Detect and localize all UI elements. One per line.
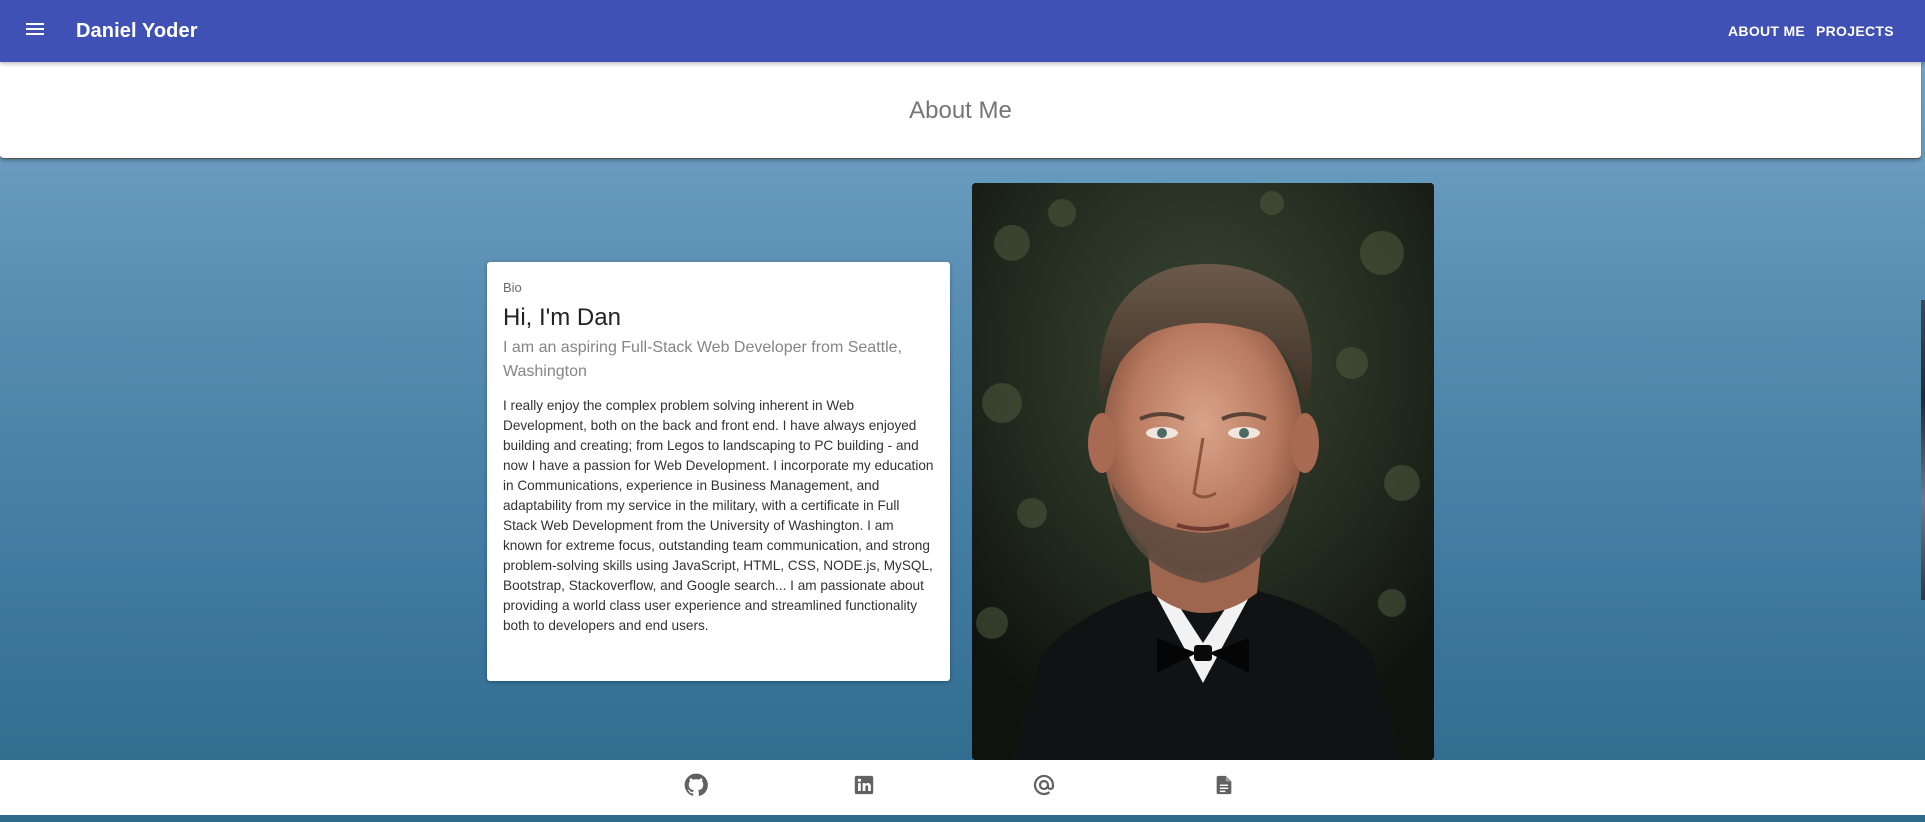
resume-link[interactable] [1209, 772, 1239, 802]
app-bar: Daniel Yoder ABOUT ME PROJECTS [0, 0, 1925, 62]
bio-card: Bio Hi, I'm Dan I am an aspiring Full-St… [487, 262, 950, 681]
top-nav: ABOUT ME PROJECTS [0, 0, 1925, 62]
page-title: About Me [909, 97, 1012, 124]
email-link[interactable] [1029, 772, 1059, 802]
at-sign-icon [1032, 773, 1056, 802]
menu-button[interactable] [5, 0, 65, 62]
nav-about-me[interactable]: ABOUT ME [1728, 0, 1805, 62]
bottom-band [0, 815, 1925, 822]
bio-overline: Bio [503, 280, 522, 295]
nav-projects[interactable]: PROJECTS [1816, 0, 1894, 62]
edge-sliver [1921, 300, 1925, 600]
bio-heading: Hi, I'm Dan [503, 304, 621, 331]
page-header: About Me [0, 62, 1921, 159]
bio-subtitle: I am an aspiring Full-Stack Web Develope… [503, 339, 902, 380]
github-icon [683, 772, 709, 803]
linkedin-link[interactable] [849, 772, 879, 802]
document-icon [1213, 773, 1235, 802]
app-title: Daniel Yoder [76, 19, 198, 42]
portrait-photo [972, 183, 1434, 760]
bio-body: I really enjoy the complex problem solvi… [503, 398, 934, 633]
footer [0, 760, 1925, 815]
linkedin-icon [853, 774, 875, 801]
hamburger-menu-icon [25, 21, 45, 42]
github-link[interactable] [681, 772, 711, 802]
page: Daniel Yoder ABOUT ME PROJECTS About Me … [0, 0, 1925, 822]
